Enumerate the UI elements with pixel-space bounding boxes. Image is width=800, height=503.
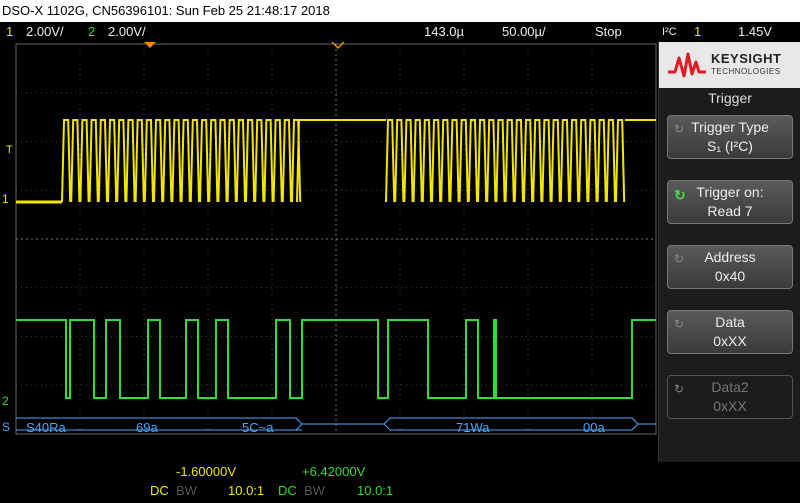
keysight-logo: KEYSIGHT TECHNOLOGIES: [659, 42, 800, 88]
timebase-readout[interactable]: 50.00µ/: [502, 22, 546, 42]
bus-packet-4: 71Wa: [456, 420, 490, 435]
bus-packet-3: 5C~a: [242, 420, 274, 435]
run-state[interactable]: Stop: [595, 22, 622, 42]
softkey-value: S₁ (I²C): [707, 138, 753, 154]
bus-packet-2: 69a: [136, 420, 158, 435]
softkey-value: Read 7: [707, 203, 753, 219]
trigger-level-marker[interactable]: T: [6, 144, 13, 156]
trigger-level: 1.45V: [738, 24, 772, 39]
ch2-ground-marker[interactable]: 2: [2, 394, 9, 408]
softkey-label: Data2: [711, 379, 749, 395]
ch1-probe: 10.0:1: [228, 483, 265, 498]
ch2-coupling: DC: [278, 483, 297, 498]
ch1-coupling: DC: [150, 483, 169, 498]
bus-marker[interactable]: S: [2, 420, 10, 434]
brand-name: KEYSIGHT: [711, 51, 782, 66]
title-bar: DSO-X 1102G, CN56396101: Sun Feb 25 21:4…: [0, 0, 800, 22]
trigger-type-readout: I²C: [662, 26, 677, 38]
bus-packet-1: S40Ra: [26, 420, 66, 435]
softkey-value: 0xXX: [713, 398, 747, 414]
bus-packet-5: 00a: [583, 420, 605, 435]
ch1-bw-limit: BW: [176, 483, 197, 498]
ch2-offset[interactable]: +6.42000V: [302, 464, 365, 479]
brand-subtitle: TECHNOLOGIES: [711, 67, 781, 76]
softkey-value: 0xXX: [713, 333, 747, 349]
keysight-wave-icon: [668, 52, 706, 78]
softkey-trigger-on[interactable]: ↻ Trigger on: Read 7: [667, 180, 793, 224]
ch2-bw-limit: BW: [304, 483, 325, 498]
softkey-data2: ↻ Data2 0xXX: [667, 375, 793, 419]
softkey-label: Trigger Type: [691, 119, 769, 135]
softkey-value: 0x40: [714, 268, 746, 284]
softkey-trigger-type[interactable]: ↻ Trigger Type S₁ (I²C): [667, 115, 793, 159]
softkey-panel: KEYSIGHT TECHNOLOGIES Trigger ↻ Trigger …: [658, 42, 800, 462]
softkey-label: Address: [704, 249, 756, 265]
ch2-label[interactable]: 2: [88, 22, 95, 42]
ch1-ground-marker[interactable]: 1: [2, 192, 9, 206]
channel-info-bar: -1.60000V +6.42000V DC BW 10.0:1 DC BW 1…: [0, 462, 800, 503]
ch1-label[interactable]: 1: [6, 22, 13, 42]
softkey-address[interactable]: ↻ Address 0x40: [667, 245, 793, 289]
menu-title: Trigger: [708, 90, 752, 106]
waveform-svg: [0, 41, 658, 442]
scope-title: DSO-X 1102G, CN56396101: Sun Feb 25 21:4…: [2, 3, 330, 18]
ch1-scale[interactable]: 2.00V/: [26, 22, 64, 42]
delay-readout[interactable]: 143.0µ: [424, 22, 464, 42]
softkey-data[interactable]: ↻ Data 0xXX: [667, 310, 793, 354]
softkey-label: Trigger on:: [696, 184, 764, 200]
trigger-source: 1: [694, 24, 702, 39]
ch1-offset[interactable]: -1.60000V: [176, 464, 236, 479]
status-bar: 1 2.00V/ 2 2.00V/ 143.0µ 50.00µ/ Stop I²…: [0, 22, 800, 42]
waveform-display[interactable]: T 1 2 S S40Ra 69a 5C~a 71Wa 00a: [0, 41, 658, 442]
ch2-probe: 10.0:1: [357, 483, 394, 498]
softkey-label: Data: [715, 314, 745, 330]
ch2-scale[interactable]: 2.00V/: [108, 22, 146, 42]
